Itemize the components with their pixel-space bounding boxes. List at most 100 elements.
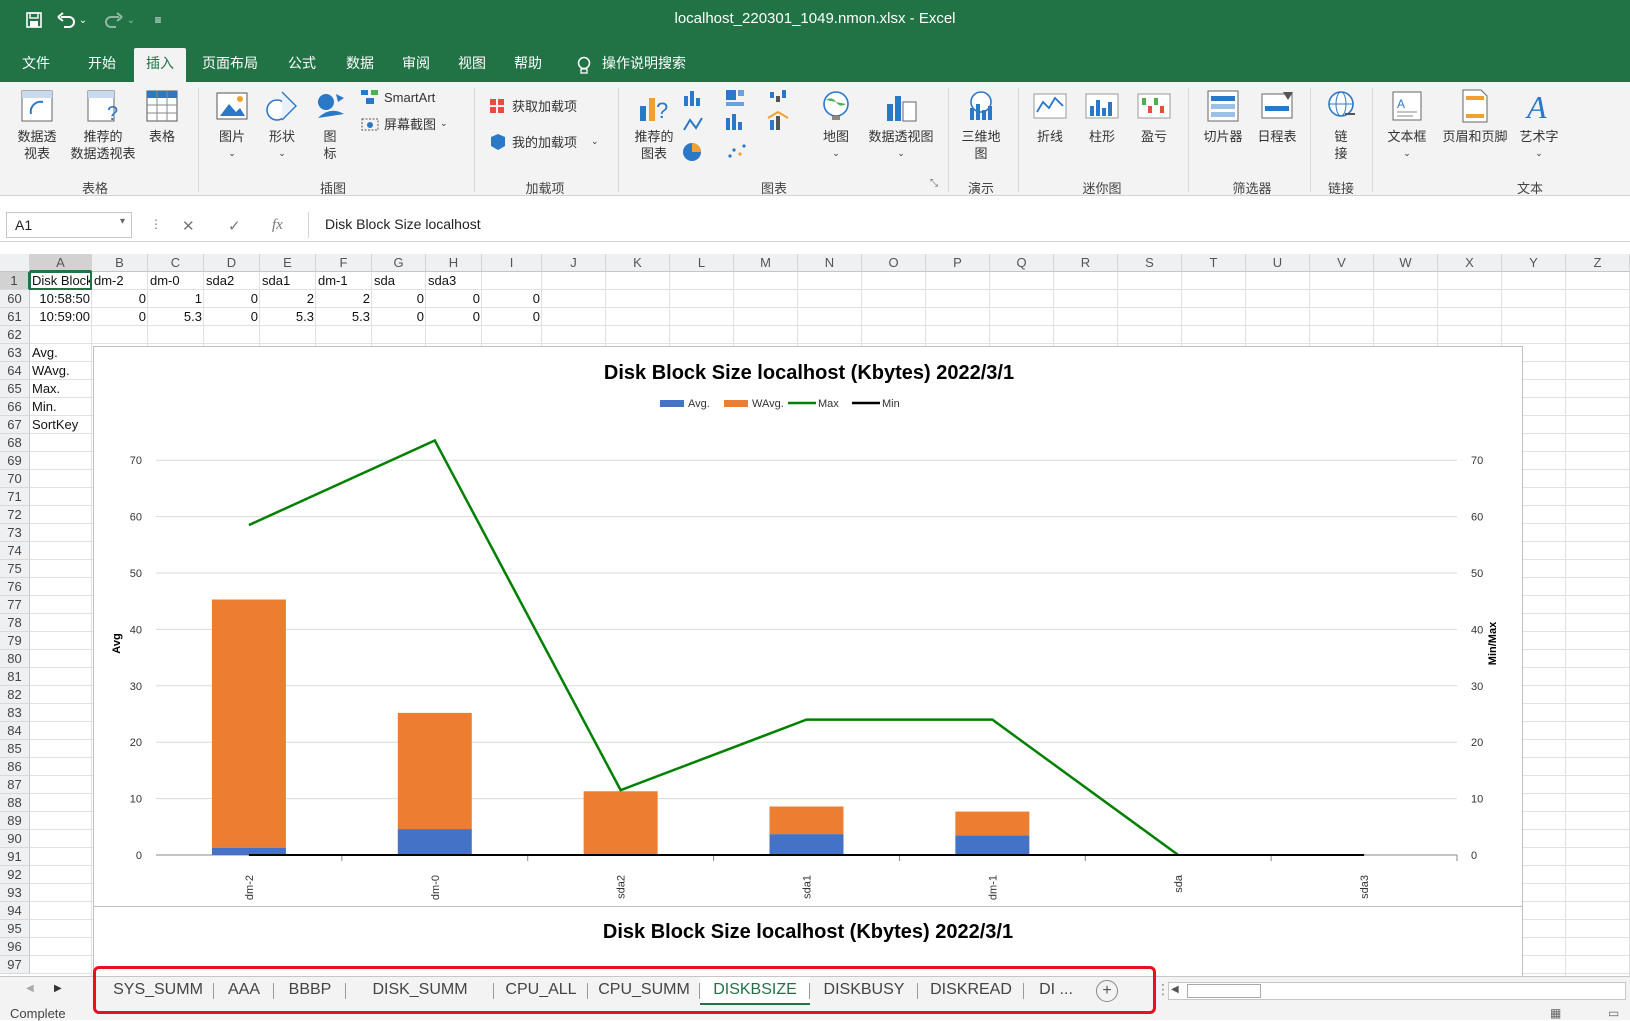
cell[interactable]: Avg. xyxy=(30,344,92,362)
column-header[interactable]: L xyxy=(670,254,734,272)
name-box-dropdown-icon[interactable]: ▾ xyxy=(120,216,125,227)
cell[interactable]: 1 xyxy=(148,290,204,308)
add-sheet-button[interactable]: + xyxy=(1096,980,1118,1002)
cell[interactable]: 0 xyxy=(372,308,426,326)
cell[interactable]: 5.3 xyxy=(316,308,372,326)
sheet-tab[interactable]: AAA xyxy=(214,977,274,1005)
header-footer-button[interactable]: 页眉和页脚 xyxy=(1436,88,1514,145)
column-header[interactable]: S xyxy=(1118,254,1182,272)
column-header[interactable]: U xyxy=(1246,254,1310,272)
link-button[interactable]: 链 接 xyxy=(1316,88,1366,162)
column-header[interactable]: H xyxy=(426,254,482,272)
recommended-charts-button[interactable]: ? 推荐的 图表 xyxy=(628,88,680,162)
column-header[interactable]: Q xyxy=(990,254,1054,272)
charts-dialog-launcher-icon[interactable]: ⤡ xyxy=(930,178,938,189)
slicer-button[interactable]: 切片器 xyxy=(1196,88,1250,145)
text-box-button[interactable]: A 文本框 ⌄ xyxy=(1380,88,1434,162)
sheet-tab[interactable]: SYS_SUMM xyxy=(102,977,214,1005)
row-header[interactable]: 84 xyxy=(0,722,30,740)
column-header[interactable]: D xyxy=(204,254,260,272)
cell[interactable]: 0 xyxy=(482,290,542,308)
tab-home[interactable]: 开始 xyxy=(76,48,128,82)
pictures-button[interactable]: 图片 ⌄ xyxy=(210,88,254,162)
sheet-tab[interactable]: DISKREAD xyxy=(918,977,1024,1005)
cell[interactable]: 0 xyxy=(372,290,426,308)
cell[interactable]: 5.3 xyxy=(260,308,316,326)
row-header[interactable]: 60 xyxy=(0,290,30,308)
column-header[interactable]: K xyxy=(606,254,670,272)
cell[interactable]: 0 xyxy=(426,290,482,308)
row-header[interactable]: 68 xyxy=(0,434,30,452)
row-header[interactable]: 1 xyxy=(0,272,30,290)
cell[interactable]: Min. xyxy=(30,398,92,416)
page-layout-view-icon[interactable]: ▭ xyxy=(1608,1006,1619,1020)
cancel-icon[interactable]: ✕ xyxy=(182,217,195,235)
cell[interactable]: 0 xyxy=(92,308,148,326)
column-header[interactable]: R xyxy=(1054,254,1118,272)
column-header[interactable]: W xyxy=(1374,254,1438,272)
my-addins-button[interactable]: 我的加载项 ⌄ xyxy=(488,132,599,151)
row-header[interactable]: 90 xyxy=(0,830,30,848)
select-all-corner[interactable] xyxy=(0,254,30,272)
tab-data[interactable]: 数据 xyxy=(334,48,386,82)
column-header[interactable]: I xyxy=(482,254,542,272)
sparkline-line-button[interactable]: 折线 xyxy=(1028,88,1072,145)
table-button[interactable]: 表格 xyxy=(142,88,182,145)
row-header[interactable]: 87 xyxy=(0,776,30,794)
scroll-left-icon[interactable]: ◀ xyxy=(1171,984,1179,995)
shapes-button[interactable]: 形状 ⌄ xyxy=(262,88,302,162)
formula-input[interactable]: Disk Block Size localhost xyxy=(308,212,1626,238)
row-header[interactable]: 89 xyxy=(0,812,30,830)
column-header[interactable]: M xyxy=(734,254,798,272)
worksheet-grid[interactable]: ABCDEFGHIJKLMNOPQRSTUVWXYZ 1 60 61 62 63 64 65… xyxy=(0,254,1630,976)
sparkline-winloss-button[interactable]: 盈亏 xyxy=(1132,88,1176,145)
get-addins-button[interactable]: 获取加载项 xyxy=(488,96,577,115)
cell[interactable]: 10:58:50 xyxy=(30,290,92,308)
row-header[interactable]: 80 xyxy=(0,650,30,668)
column-header[interactable]: J xyxy=(542,254,606,272)
cell[interactable]: sda xyxy=(372,272,426,290)
cell[interactable]: sda2 xyxy=(204,272,260,290)
cell[interactable]: 2 xyxy=(260,290,316,308)
cell[interactable]: 0 xyxy=(204,290,260,308)
row-header[interactable]: 91 xyxy=(0,848,30,866)
insert-function-icon[interactable]: fx xyxy=(272,217,283,234)
name-box[interactable]: A1 ▾ xyxy=(6,212,132,238)
scroll-tabs-left-icon[interactable]: ◀ xyxy=(26,983,34,994)
scrollbar-thumb[interactable] xyxy=(1187,984,1261,998)
recommended-pivot-button[interactable]: ? 推荐的 数据透视表 xyxy=(62,88,144,162)
pivot-chart-button[interactable]: 数据透视图 ⌄ xyxy=(860,88,942,162)
sheet-tab[interactable]: CPU_ALL xyxy=(494,977,588,1005)
sheet-tab[interactable]: CPU_SUMM xyxy=(588,977,700,1005)
cell[interactable]: WAvg. xyxy=(30,362,92,380)
cell[interactable]: 0 xyxy=(482,308,542,326)
row-header[interactable]: 95 xyxy=(0,920,30,938)
cell[interactable]: 0 xyxy=(426,308,482,326)
row-header[interactable]: 77 xyxy=(0,596,30,614)
cell[interactable]: dm-1 xyxy=(316,272,372,290)
screenshot-button[interactable]: 屏幕截图 ⌄ xyxy=(360,114,448,133)
normal-view-icon[interactable]: ▦ xyxy=(1550,1006,1561,1020)
row-header[interactable]: 70 xyxy=(0,470,30,488)
row-header[interactable]: 71 xyxy=(0,488,30,506)
row-header[interactable]: 65 xyxy=(0,380,30,398)
cell[interactable]: 0 xyxy=(92,290,148,308)
sheet-tab[interactable]: DI ... xyxy=(1024,977,1088,1005)
column-header[interactable]: A xyxy=(30,254,92,272)
row-header[interactable]: 97 xyxy=(0,956,30,974)
3d-map-button[interactable]: 三维地 图 xyxy=(956,88,1006,162)
row-header[interactable]: 76 xyxy=(0,578,30,596)
horizontal-scrollbar[interactable]: ◀ xyxy=(1168,982,1626,1000)
icons-button[interactable]: 图 标 xyxy=(310,88,350,162)
wordart-button[interactable]: A 艺术字 ⌄ xyxy=(1514,88,1564,162)
row-header[interactable]: 75 xyxy=(0,560,30,578)
pivot-table-button[interactable]: 数据透 视表 xyxy=(10,88,64,162)
sheet-tab[interactable]: BBBP xyxy=(274,977,346,1005)
tab-file[interactable]: 文件 xyxy=(10,48,62,82)
column-header[interactable]: E xyxy=(260,254,316,272)
row-header[interactable]: 74 xyxy=(0,542,30,560)
cell[interactable]: SortKey xyxy=(30,416,92,434)
column-header[interactable]: T xyxy=(1182,254,1246,272)
row-header[interactable]: 86 xyxy=(0,758,30,776)
row-header[interactable]: 81 xyxy=(0,668,30,686)
